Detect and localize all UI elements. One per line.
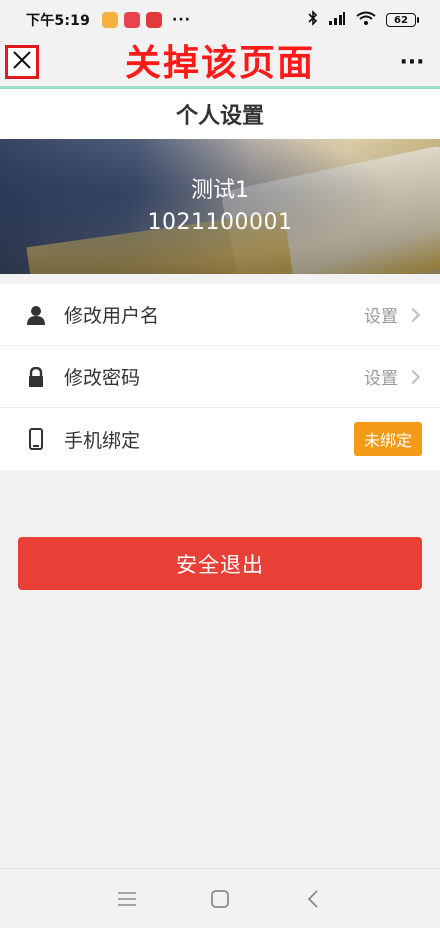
settings-item-action: 设置	[364, 369, 398, 389]
settings-item-username[interactable]: 修改用户名 设置	[0, 284, 440, 346]
lock-icon	[26, 366, 46, 387]
settings-item-phone[interactable]: 手机绑定 未绑定	[0, 408, 440, 470]
status-time: 下午5:19	[26, 13, 91, 29]
title-bar: 关掉该页面 ···	[0, 40, 440, 88]
back-icon[interactable]	[301, 887, 325, 911]
settings-item-right: 未绑定	[353, 422, 422, 456]
profile-name: 测试1	[191, 178, 249, 203]
status-bar: 下午5:19 ··· 62	[0, 0, 440, 40]
more-menu-button[interactable]: ···	[398, 48, 426, 76]
signal-icon	[328, 11, 346, 29]
settings-item-label: 修改密码	[64, 367, 141, 389]
profile-user-id: 1021100001	[147, 210, 293, 235]
menu-icon[interactable]	[115, 887, 139, 911]
logout-button[interactable]: 安全退出	[18, 537, 422, 590]
bluetooth-icon	[308, 10, 318, 30]
settings-item-action: 设置	[364, 307, 398, 327]
notes-app-icon	[102, 12, 119, 28]
chevron-right-icon	[405, 369, 421, 384]
settings-list: 修改用户名 设置 修改密码 设置 手机绑定 未绑定	[0, 284, 440, 470]
news-app-icon	[146, 12, 163, 28]
profile-info: 测试1 1021100001	[0, 177, 440, 237]
close-page-annotation: 关掉该页面	[124, 43, 315, 84]
page-header: 个人设置	[0, 89, 440, 139]
status-indicators: 62	[308, 10, 419, 30]
shopping-app-icon	[124, 12, 141, 28]
settings-item-right: 设置	[364, 364, 422, 389]
page-title: 个人设置	[175, 104, 264, 129]
more-notifications-icon: ···	[172, 12, 191, 28]
battery-icon: 62	[386, 13, 419, 27]
profile-banner: 测试1 1021100001	[0, 139, 440, 274]
chevron-right-icon	[405, 307, 421, 322]
settings-item-label: 修改用户名	[64, 305, 160, 327]
user-icon	[26, 305, 46, 325]
home-icon[interactable]	[208, 887, 232, 911]
system-nav-bar	[0, 868, 440, 928]
notification-icons	[102, 12, 163, 28]
settings-item-label: 手机绑定	[64, 429, 141, 452]
settings-item-password[interactable]: 修改密码 设置	[0, 346, 440, 408]
settings-item-right: 设置	[364, 302, 422, 327]
phone-icon	[26, 428, 46, 450]
wifi-icon	[356, 11, 376, 29]
unbound-badge: 未绑定	[353, 422, 422, 456]
